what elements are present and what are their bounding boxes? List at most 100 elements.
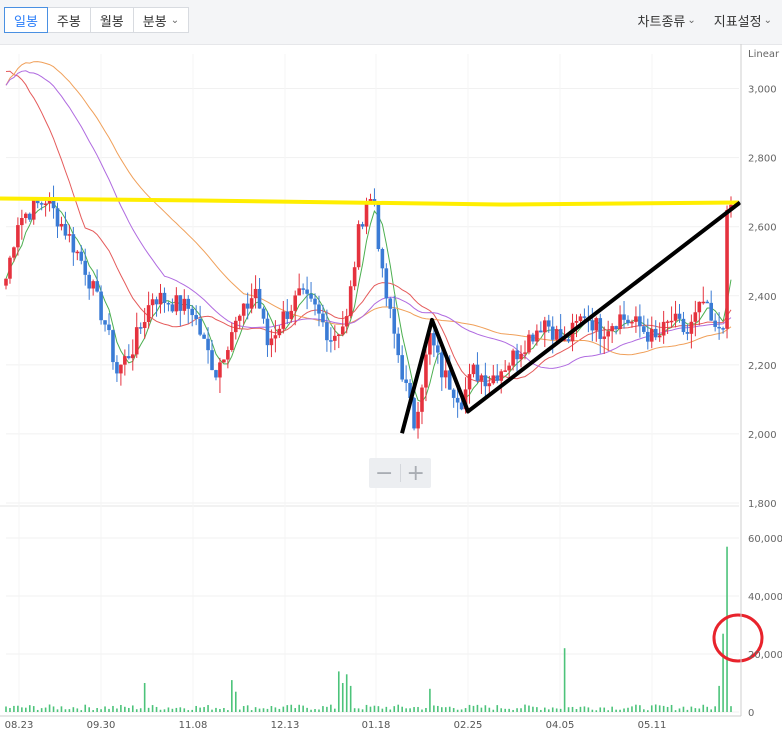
chevron-down-icon: ⌄ [687, 15, 696, 26]
volume-bar [615, 709, 617, 712]
candle-body [8, 257, 12, 279]
tab-monthly[interactable]: 월봉 [89, 7, 134, 33]
candle-body [531, 334, 535, 342]
candle-body [119, 364, 123, 374]
price-tick-label: 1,800 [748, 499, 777, 510]
candle-body [432, 333, 436, 346]
candle-body [222, 359, 226, 363]
candle-body [261, 308, 266, 319]
candle-body [618, 314, 622, 330]
volume-bar [195, 705, 197, 712]
candle-body [491, 375, 496, 384]
volume-bar [334, 708, 336, 712]
candle-body [578, 316, 583, 321]
volume-bar [211, 709, 213, 712]
candle-body [43, 203, 48, 206]
chart-toolbar: 일봉 주봉 월봉 분봉 ⌄ 차트종류 ⌄ 지표설정 ⌄ [0, 0, 782, 45]
volume-bar [135, 709, 138, 712]
volume-bar [143, 683, 146, 712]
candle-body [340, 326, 345, 335]
candle-body [253, 288, 258, 299]
volume-bar [48, 704, 51, 712]
candle-body [669, 320, 674, 323]
volume-bar [100, 709, 102, 712]
candle-body [709, 302, 713, 321]
volume-bar [330, 704, 332, 712]
volume-bar [702, 704, 705, 712]
candle-body [285, 311, 290, 319]
candle-body [321, 313, 325, 323]
volume-bar [504, 708, 506, 712]
candle-body [420, 387, 424, 412]
candle-body [436, 345, 440, 353]
volume-bar [155, 706, 158, 712]
price-chart[interactable]: 3,000 2,800 2,600 2,400 2,200 2,000 1,800 60,00… [0, 44, 782, 733]
volume-bar [199, 707, 201, 712]
volume-bar [658, 705, 661, 712]
volume-bar [373, 705, 376, 712]
scale-label: Linear [748, 49, 780, 60]
candle-body [590, 320, 595, 331]
volume-bar [131, 705, 134, 712]
volume-bar [84, 704, 87, 712]
price-tick-label: 2,000 [748, 430, 777, 441]
volume-bar [286, 705, 289, 712]
volume-bar [96, 708, 98, 712]
candle-body [606, 331, 610, 337]
axes: 3,000 2,800 2,600 2,400 2,200 2,000 1,800 60,00… [0, 44, 782, 731]
candle-body [71, 234, 76, 253]
volume-bar [678, 708, 681, 712]
volume-bar [40, 708, 43, 712]
indicator-settings-menu[interactable]: 지표설정 ⌄ [714, 11, 772, 30]
candle-body [416, 411, 420, 429]
volume-bar [341, 683, 344, 712]
date-tick-label: 02.25 [454, 720, 483, 731]
candle-body [689, 321, 694, 334]
period-tabs: 일봉 주봉 월봉 분봉 ⌄ [4, 7, 190, 33]
volume-bar [104, 706, 106, 712]
candle-body [360, 224, 365, 227]
candle-body [396, 333, 401, 356]
volume-bar [258, 708, 261, 712]
candle-body [170, 304, 175, 312]
volume-bar [540, 709, 542, 712]
volume-bar [274, 707, 277, 712]
price-tick-label: 2,800 [748, 154, 777, 165]
tab-minute[interactable]: 분봉 ⌄ [132, 7, 190, 33]
volume-bar [528, 705, 530, 712]
candle-body [210, 350, 214, 371]
volume-bar [508, 708, 510, 712]
volume-bar [207, 705, 209, 712]
candle-body [127, 356, 131, 359]
candle-body [233, 320, 238, 333]
volume-bar [151, 705, 154, 712]
volume-bar [76, 708, 79, 712]
volume-bar [425, 707, 427, 712]
candle-body [495, 375, 500, 381]
chart-type-menu[interactable]: 차트종류 ⌄ [638, 11, 696, 30]
volume-bar [215, 707, 217, 712]
volume-bar [357, 708, 360, 712]
volume-bar [231, 680, 233, 712]
tab-daily[interactable]: 일봉 [4, 7, 48, 33]
volume-bar [623, 708, 625, 712]
candle-body [186, 298, 191, 309]
zoom-in-button[interactable]: + [401, 458, 432, 488]
volume-bar [60, 706, 63, 712]
candle-body [99, 291, 103, 321]
candle-body [467, 374, 472, 390]
volume-bar [662, 705, 665, 712]
volume-bar [393, 706, 396, 712]
candle-body [257, 288, 262, 309]
volume-bar [726, 546, 728, 712]
tab-weekly[interactable]: 주봉 [46, 7, 91, 33]
trend-zigzag-line [400, 200, 742, 434]
candle-body [289, 310, 294, 319]
volume-bar [516, 708, 518, 712]
price-tick-label: 2,400 [748, 292, 777, 303]
volume-bar [536, 707, 538, 712]
volume-bar [167, 707, 170, 712]
volume-bar [139, 708, 142, 712]
volume-bar [147, 707, 150, 712]
zoom-out-button[interactable]: − [369, 458, 400, 488]
